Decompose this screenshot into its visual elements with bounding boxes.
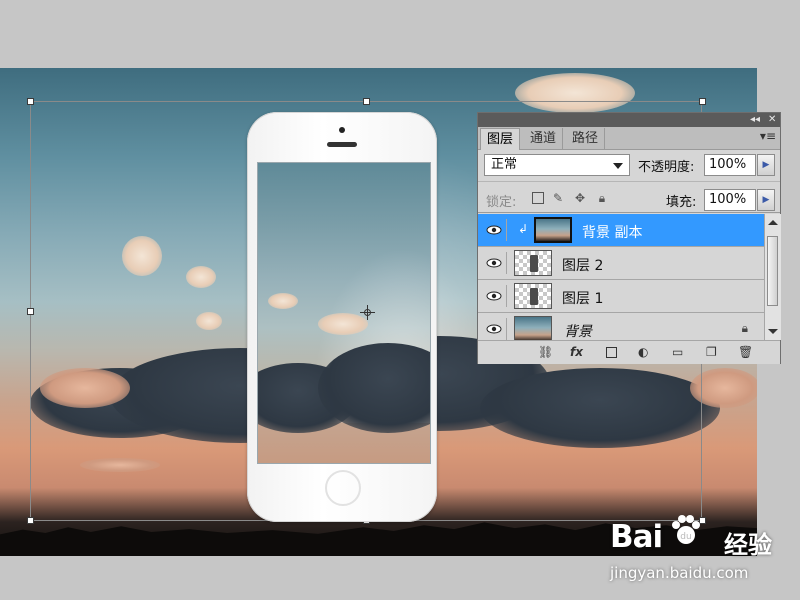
layer-row-background-copy[interactable]: ↲ 背景 副本: [478, 214, 764, 247]
lock-transparent-pixels-icon[interactable]: [532, 192, 544, 204]
collapse-icon[interactable]: ◂◂: [750, 114, 760, 126]
panel-title-bar: ◂◂ ✕: [478, 113, 780, 127]
fill-field[interactable]: 100%: [704, 189, 756, 211]
tab-channels[interactable]: 通道: [524, 128, 564, 149]
tab-layers[interactable]: 图层: [480, 128, 521, 150]
visibility-toggle[interactable]: [482, 318, 507, 340]
visibility-toggle[interactable]: [482, 219, 507, 241]
lock-all-icon[interactable]: 🔒︎: [596, 192, 608, 204]
panel-menu-icon[interactable]: ▾≡: [760, 129, 776, 143]
chevron-down-icon: [613, 163, 623, 169]
cloud: [268, 293, 298, 309]
phone-mockup: [247, 112, 437, 522]
layer-row-layer-1[interactable]: 图层 1: [478, 280, 764, 313]
watermark-url: jingyan.baidu.com: [610, 564, 749, 582]
close-icon[interactable]: ✕: [768, 114, 776, 126]
transform-reference-point-icon[interactable]: [360, 305, 375, 320]
lock-label: 锁定:: [486, 195, 517, 210]
watermark-logo-text: Bai: [610, 519, 663, 555]
visibility-toggle[interactable]: [482, 285, 507, 307]
opacity-label: 不透明度:: [638, 160, 695, 175]
fx-icon[interactable]: fx: [570, 345, 583, 359]
layer-row-layer-2[interactable]: 图层 2: [478, 247, 764, 280]
layer-name: 背景: [564, 324, 592, 340]
layer-name: 背景 副本: [582, 225, 643, 241]
clipping-arrow-icon: ↲: [518, 222, 529, 236]
layer-thumbnail: [514, 316, 552, 340]
layer-thumbnail: [534, 217, 572, 243]
layers-scrollbar[interactable]: [764, 214, 781, 340]
svg-text:du: du: [680, 532, 691, 542]
layer-thumbnail: [514, 283, 552, 309]
eye-icon: [486, 258, 502, 268]
layer-name: 图层 2: [562, 258, 604, 274]
watermark-suffix-text: 经验: [724, 531, 772, 559]
paw-icon: du: [672, 515, 700, 544]
lock-position-icon[interactable]: ✥: [574, 192, 586, 204]
eye-icon: [486, 324, 502, 334]
fill-slider-button[interactable]: ▶: [757, 189, 775, 211]
phone-home-button: [325, 470, 361, 506]
eye-icon: [486, 291, 502, 301]
layers-list: ↲ 背景 副本 图层 2 图层 1 背景 🔒︎: [478, 214, 764, 340]
transform-handle-left[interactable]: [27, 308, 34, 315]
phone-screen: [257, 162, 431, 464]
folder-icon[interactable]: ▭: [672, 345, 683, 359]
phone-speaker: [327, 142, 357, 147]
panel-tabs: 图层 通道 路径 ▾≡: [478, 127, 780, 150]
layer-row-background[interactable]: 背景 🔒︎: [478, 313, 764, 340]
opacity-field[interactable]: 100%: [704, 154, 756, 176]
transform-handle-bottom-left[interactable]: [27, 517, 34, 524]
blend-mode-select[interactable]: 正常: [484, 154, 630, 176]
baidu-jingyan-watermark: Bai du 经验 jingyan.baidu.com: [610, 513, 790, 593]
adjustment-icon[interactable]: ◐: [638, 345, 648, 359]
blend-mode-value: 正常: [491, 157, 518, 172]
phone-camera: [339, 127, 345, 133]
opacity-slider-button[interactable]: ▶: [757, 154, 775, 176]
transform-handle-top-left[interactable]: [27, 98, 34, 105]
scroll-thumb[interactable]: [767, 236, 778, 306]
transform-handle-top[interactable]: [363, 98, 370, 105]
scroll-up-icon[interactable]: [768, 220, 778, 225]
visibility-toggle[interactable]: [482, 252, 507, 274]
transform-handle-top-right[interactable]: [699, 98, 706, 105]
layer-name: 图层 1: [562, 291, 604, 307]
tab-paths[interactable]: 路径: [566, 128, 606, 149]
mask-icon[interactable]: [606, 347, 617, 358]
eye-icon: [486, 225, 502, 235]
link-icon[interactable]: ⛓: [538, 345, 553, 359]
new-layer-icon[interactable]: ❐: [706, 345, 717, 359]
fill-label: 填充:: [666, 195, 697, 210]
lock-icon: 🔒︎: [741, 321, 748, 335]
lock-image-pixels-icon[interactable]: ✎: [552, 192, 564, 204]
layer-thumbnail: [514, 250, 552, 276]
layers-panel: ◂◂ ✕ 图层 通道 路径 ▾≡ 正常 不透明度: 100% ▶ 锁定: ✎ ✥…: [477, 112, 781, 364]
trash-icon[interactable]: 🗑︎: [738, 345, 753, 359]
panel-footer: ⛓ fx ◐ ▭ ❐ 🗑︎: [478, 340, 780, 364]
scroll-down-icon[interactable]: [768, 329, 778, 334]
